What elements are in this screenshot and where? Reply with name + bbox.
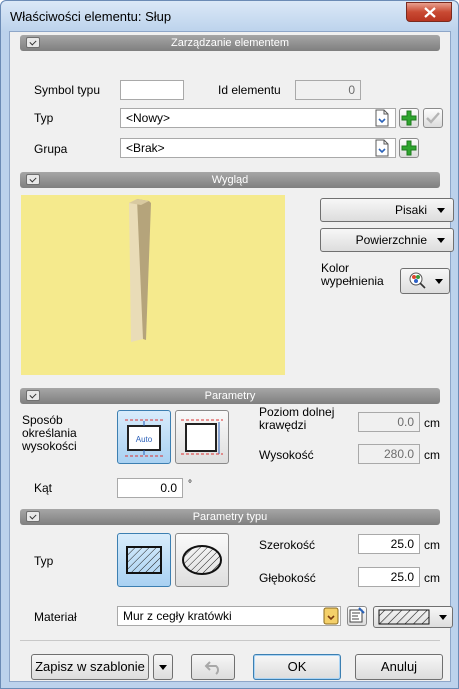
properties-icon [349, 607, 365, 623]
type-catalog-button[interactable] [374, 109, 392, 127]
dropdown-arrow-icon [437, 208, 445, 213]
collapse-chevron-icon[interactable] [26, 390, 40, 401]
section-title: Zarządzanie elementem [170, 37, 289, 49]
type-confirm-button[interactable] [423, 108, 443, 128]
undo-icon [204, 661, 219, 675]
section-type-parameters-header[interactable]: Parametry typu [20, 509, 440, 525]
height-method-line2: określania [22, 426, 77, 440]
plus-icon [401, 140, 417, 156]
bottom-level-line1: Poziom dolnej [259, 405, 335, 419]
material-hatch-dropdown[interactable] [373, 606, 453, 628]
dropdown-arrow-icon [437, 238, 445, 243]
type-label: Typ [34, 111, 54, 125]
section-management-header[interactable]: Zarządzanie elementem [20, 35, 440, 51]
close-button[interactable] [406, 2, 452, 22]
material-properties-button[interactable] [347, 606, 367, 626]
group-label: Grupa [34, 142, 68, 156]
group-select[interactable]: <Brak> [120, 138, 396, 158]
material-catalog-button[interactable] [322, 607, 340, 625]
footer-divider [20, 640, 440, 641]
height-method-line3: wysokości [22, 439, 77, 453]
dropdown-arrow-icon [435, 279, 443, 284]
shape-type-label: Typ [34, 554, 54, 568]
catalog-icon [323, 607, 339, 625]
checkmark-icon [426, 112, 440, 124]
section-title: Wygląd [211, 174, 249, 186]
height-unit: cm [424, 448, 440, 462]
auto-text: Auto [136, 435, 153, 444]
fill-color-label-line2: wypełnienia [321, 274, 384, 288]
collapse-chevron-icon[interactable] [26, 37, 40, 48]
depth-label: Głębokość [259, 571, 316, 585]
collapse-chevron-icon[interactable] [26, 174, 40, 185]
hatch-pattern-icon [378, 609, 430, 625]
type-symbol-input[interactable] [120, 80, 184, 100]
title-bar[interactable]: Właściwości elementu: Słup [1, 1, 458, 31]
pens-label: Pisaki [394, 203, 427, 217]
width-label: Szerokość [259, 538, 316, 552]
height-manual-icon [181, 419, 223, 455]
undo-button[interactable] [191, 654, 235, 680]
element-id-field: 0 [295, 80, 361, 100]
ok-button[interactable]: OK [253, 654, 341, 680]
shape-ellipse-button[interactable] [175, 533, 229, 587]
pens-dropdown[interactable]: Pisaki [320, 198, 454, 222]
color-palette-icon [409, 272, 426, 289]
bottom-level-unit: cm [424, 416, 440, 430]
width-unit: cm [424, 538, 440, 552]
dropdown-arrow-icon [159, 665, 167, 670]
height-auto-icon: Auto [125, 419, 163, 457]
document-icon [375, 109, 389, 127]
element-id-label: Id elementu [218, 83, 281, 97]
group-catalog-button[interactable] [374, 139, 392, 157]
section-appearance-header[interactable]: Wygląd [20, 172, 440, 188]
material-select[interactable]: Mur z cegły kratówki [117, 606, 341, 626]
close-icon [424, 7, 436, 18]
width-input[interactable]: 25.0 [358, 534, 420, 554]
material-label: Materiał [34, 610, 77, 624]
shape-rectangle-button[interactable] [117, 533, 171, 587]
ellipse-hatched-icon [182, 545, 222, 575]
surfaces-label: Powierzchnie [355, 233, 427, 247]
bottom-level-label: Poziom dolnej krawędzi [259, 406, 334, 432]
column-3d-preview [129, 199, 151, 342]
depth-unit: cm [424, 571, 440, 585]
fill-color-label-line1: Kolor [321, 261, 350, 275]
fill-color-dropdown[interactable] [400, 268, 450, 294]
height-method-line1: Sposób [22, 413, 63, 427]
height-label: Wysokość [259, 448, 314, 462]
rectangle-hatched-icon [126, 546, 162, 574]
angle-input[interactable]: 0.0 [117, 478, 183, 498]
cancel-button[interactable]: Anuluj [355, 654, 443, 680]
dialog-window: Właściwości elementu: Słup Zarządzanie e… [0, 0, 459, 689]
bottom-level-field: 0.0 [358, 412, 420, 432]
element-preview [21, 195, 285, 375]
fill-color-label: Kolor wypełnienia [321, 262, 384, 288]
section-title: Parametry [204, 390, 256, 402]
section-parameters-header[interactable]: Parametry [20, 388, 440, 404]
window-title: Właściwości elementu: Słup [10, 9, 172, 24]
save-template-button[interactable]: Zapisz w szablonie [31, 654, 149, 680]
collapse-chevron-icon[interactable] [26, 511, 40, 522]
document-icon [375, 139, 389, 157]
save-template-dropdown[interactable] [153, 654, 173, 680]
type-add-button[interactable] [399, 108, 419, 128]
plus-icon [401, 110, 417, 126]
bottom-level-line2: krawędzi [259, 418, 307, 432]
height-manual-button[interactable] [175, 410, 229, 464]
group-add-button[interactable] [399, 138, 419, 158]
type-select[interactable]: <Nowy> [120, 108, 396, 128]
section-title: Parametry typu [192, 511, 268, 523]
dropdown-arrow-icon [439, 615, 447, 620]
angle-label: Kąt [34, 481, 53, 495]
height-method-label: Sposób określania wysokości [22, 414, 77, 453]
angle-unit: ° [188, 479, 192, 490]
surfaces-dropdown[interactable]: Powierzchnie [320, 228, 454, 252]
type-symbol-label: Symbol typu [34, 83, 101, 97]
height-field: 280.0 [358, 444, 420, 464]
height-auto-button[interactable]: Auto [117, 410, 171, 464]
depth-input[interactable]: 25.0 [358, 567, 420, 587]
dialog-body: Zarządzanie elementem Symbol typu Id ele… [9, 31, 454, 682]
